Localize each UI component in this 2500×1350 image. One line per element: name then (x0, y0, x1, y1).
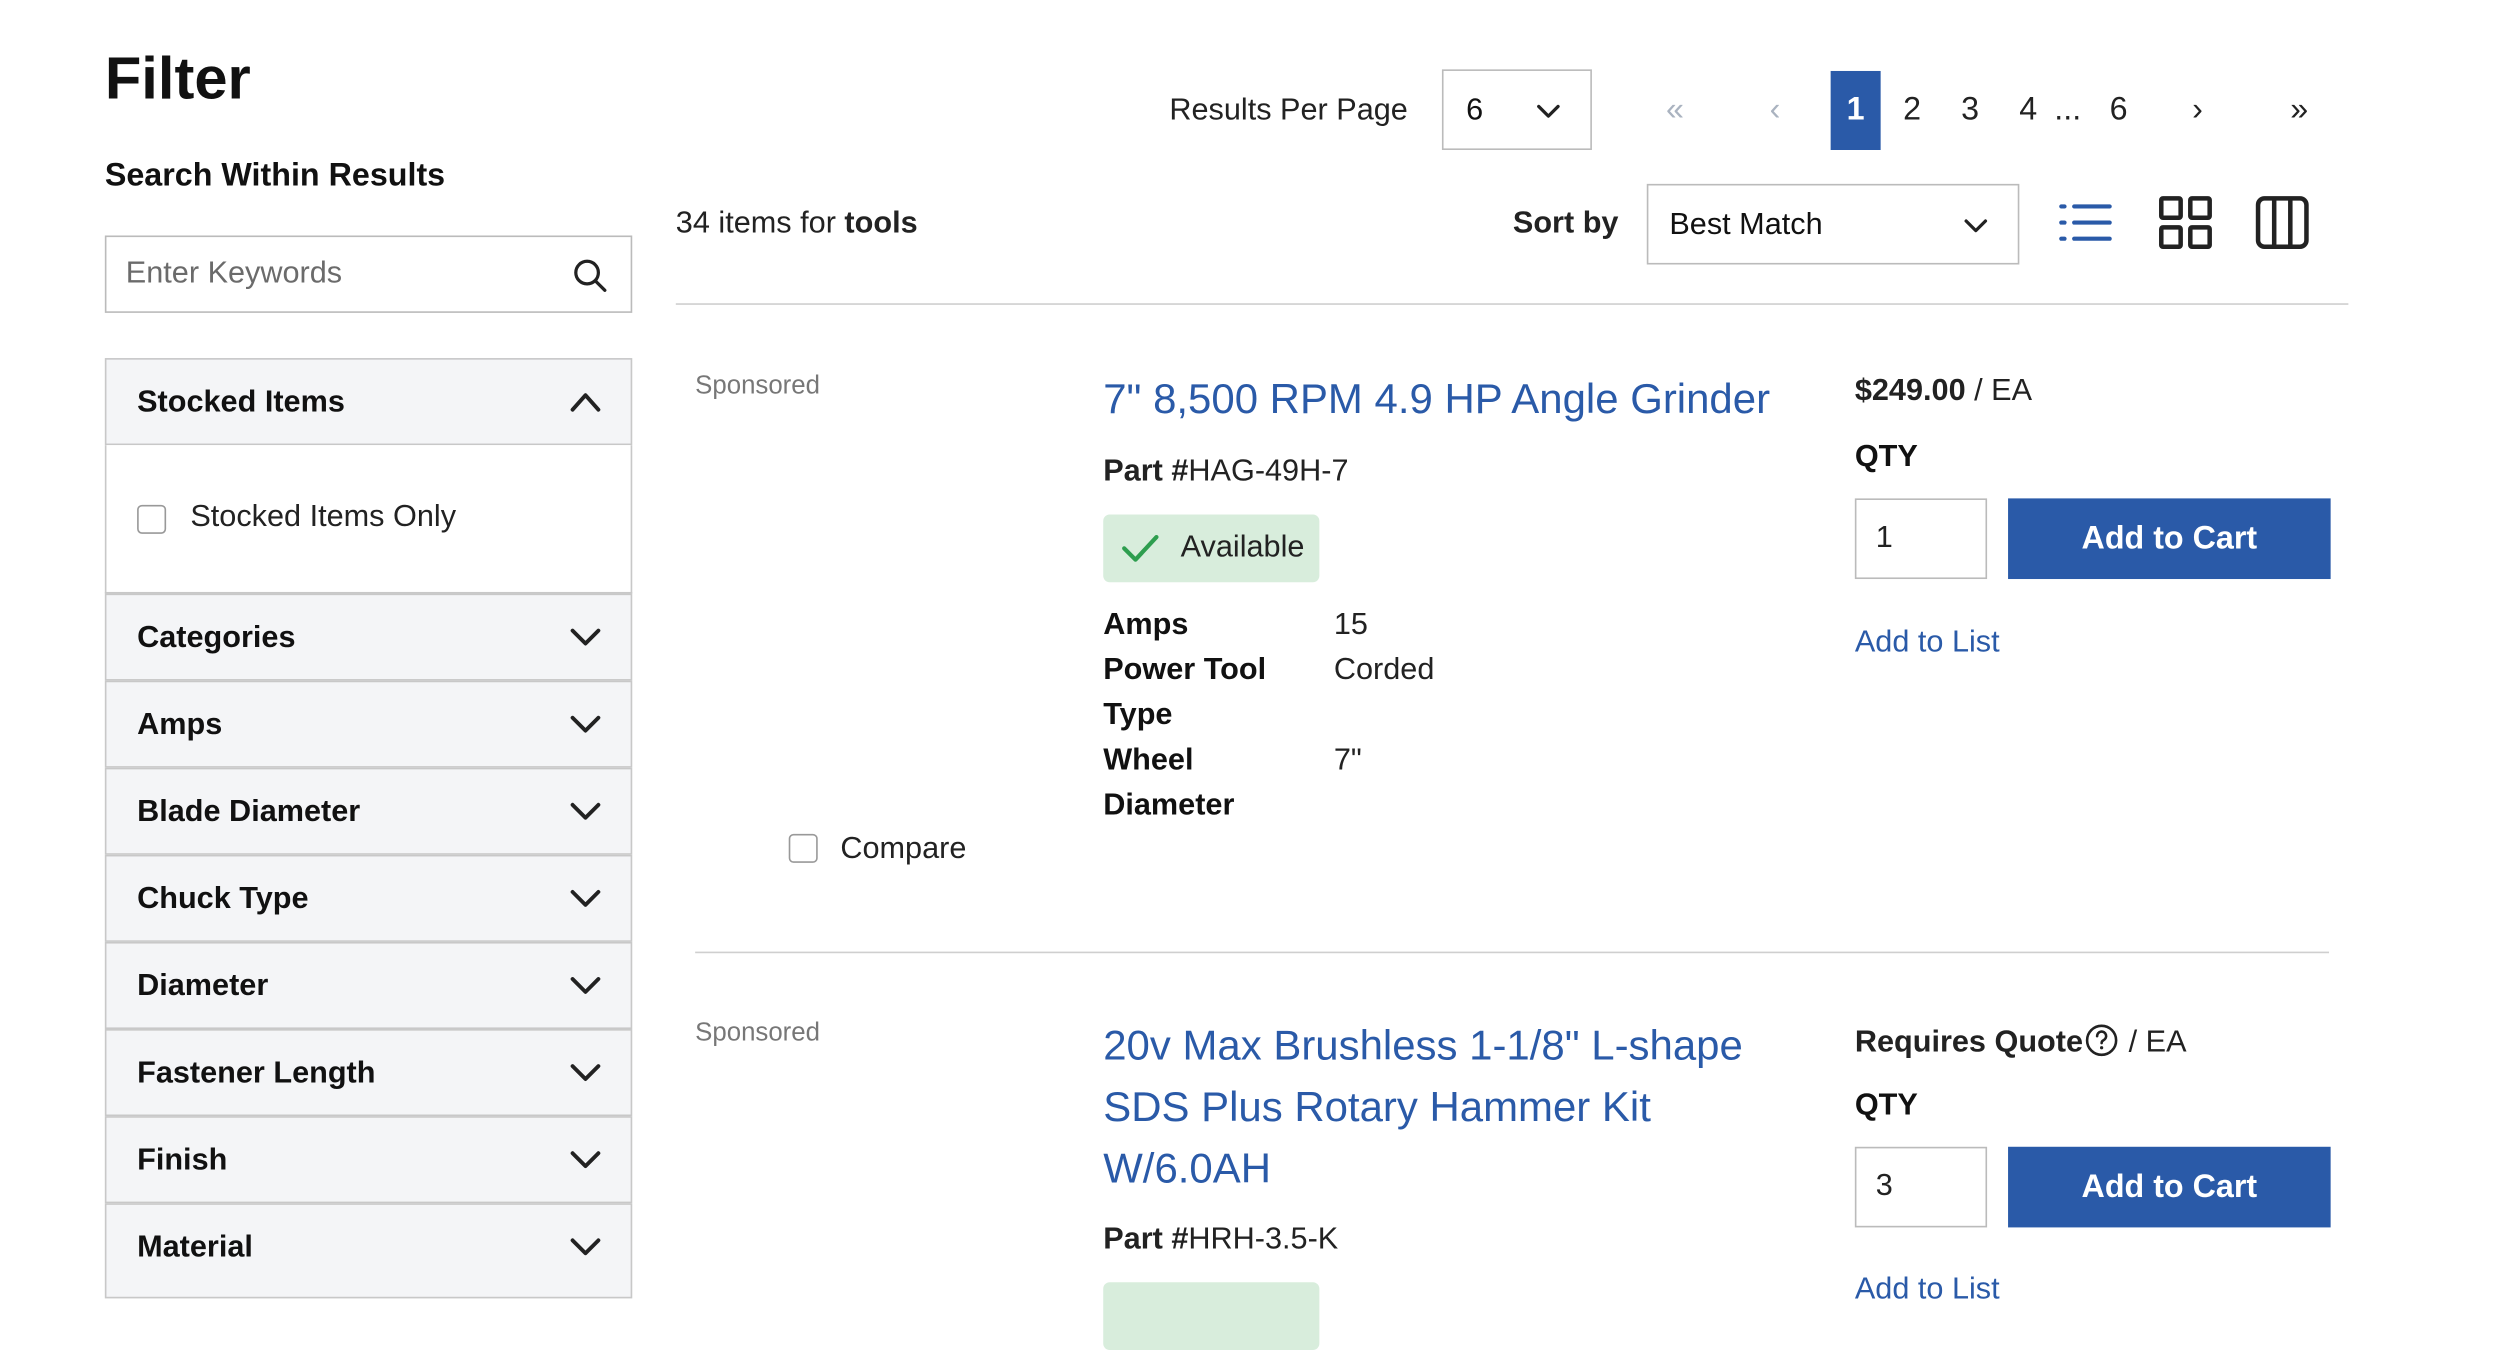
facet-label: Diameter (137, 969, 269, 1004)
availability-text: Available (1180, 530, 1305, 565)
pagination-ellipsis: ... (2054, 91, 2082, 128)
availability-badge: Available (1103, 514, 1320, 583)
price: Requires Quote / EA (1855, 1023, 2187, 1062)
results-per-page-value: 6 (1466, 93, 1484, 128)
results-per-page-select[interactable]: 6 (1441, 69, 1592, 150)
stocked-only-label[interactable]: Stocked Items Only (190, 500, 456, 535)
add-to-list-link[interactable]: Add to List (1855, 1273, 2000, 1308)
qty-input[interactable] (1854, 498, 1988, 580)
price-unit: / EA (1974, 374, 2033, 409)
facet-label: Blade Diameter (137, 795, 361, 830)
sponsored-label: Sponsored (695, 372, 820, 400)
compare-label[interactable]: Compare (840, 832, 966, 867)
add-to-cart-button[interactable]: Add to Cart (2008, 1146, 2331, 1228)
results-count-prefix: 34 items for (675, 206, 836, 241)
facet-label: Material (137, 1230, 253, 1265)
facet-label: Finish (137, 1143, 228, 1178)
list-view-icon[interactable] (2056, 194, 2114, 252)
product-divider (695, 951, 2330, 954)
facet-stocked-panel: Stocked Items Only (104, 445, 633, 594)
chevron-down-icon (570, 977, 601, 994)
add-to-list-link[interactable]: Add to List (1855, 626, 2000, 661)
facet-label: Amps (137, 708, 223, 742)
facet-blade-diameter[interactable]: Blade Diameter (104, 767, 633, 855)
chevron-down-icon (1537, 104, 1560, 118)
pagination-prev-button[interactable]: ‹ (1750, 71, 1800, 150)
chevron-down-icon (570, 1238, 601, 1256)
product-title-link[interactable]: 7" 8,500 RPM 4.9 HP Angle Grinder (1103, 368, 1813, 429)
sort-label: Sort by (1512, 206, 1619, 241)
part-label: Part # (1103, 454, 1189, 489)
grid-view-icon[interactable] (2156, 194, 2214, 252)
sponsored-label: Sponsored (695, 1019, 820, 1047)
sort-select[interactable]: Best Match (1646, 183, 2020, 265)
stocked-only-checkbox[interactable] (137, 504, 167, 534)
price: $249.00 / EA (1855, 374, 2032, 409)
product-title-link[interactable]: 20v Max Brushless 1-1/8" L-shape SDS Plu… (1103, 1015, 1780, 1199)
facet-categories[interactable]: Categories (104, 593, 633, 681)
spec-value: 15 (1333, 608, 1368, 642)
part-value: HRH-3.5-K (1188, 1222, 1339, 1257)
part-value: HAG-49H-7 (1188, 454, 1349, 489)
search-icon[interactable] (573, 258, 608, 293)
pagination-page-4[interactable]: 4 (2003, 71, 2053, 150)
part-number: Part #HAG-49H-7 (1103, 455, 1348, 490)
spec-key: Wheel Diameter (1103, 743, 1235, 823)
chevron-down-icon (570, 889, 601, 907)
price-value: Requires Quote (1854, 1025, 2084, 1060)
chevron-down-icon (570, 1064, 601, 1081)
facet-chuck-type[interactable]: Chuck Type (104, 854, 633, 942)
facet-label: Fastener Length (137, 1056, 376, 1091)
chevron-down-icon (570, 802, 601, 820)
part-label: Part # (1103, 1222, 1189, 1257)
compare-checkbox[interactable] (788, 833, 818, 863)
pagination-page-1[interactable]: 1 (1830, 70, 1881, 150)
pagination-page-6[interactable]: 6 (2094, 71, 2144, 150)
search-within-label: Search Within Results (104, 158, 446, 194)
pagination-first-button[interactable]: « (1650, 71, 1700, 150)
spec-key: Power Tool Type (1103, 653, 1267, 733)
pagination-next-button[interactable]: › (2173, 71, 2223, 150)
qty-input[interactable] (1854, 1146, 1988, 1228)
spec-key: Amps (1103, 608, 1189, 642)
chevron-down-icon (570, 715, 601, 733)
chevron-down-icon (1964, 219, 1988, 233)
facet-diameter[interactable]: Diameter (104, 941, 633, 1030)
chevron-up-icon (570, 393, 601, 412)
search-within-input[interactable] (106, 237, 597, 312)
pagination-page-2[interactable]: 2 (1887, 71, 1937, 150)
facet-finish[interactable]: Finish (104, 1116, 633, 1204)
pagination-last-button[interactable]: » (2274, 71, 2324, 150)
page-canvas: Filter Search Within Results Stocked Ite… (0, 0, 2500, 1350)
facet-material[interactable]: Material (104, 1203, 633, 1299)
column-view-icon[interactable] (2253, 194, 2311, 252)
results-query: tools (844, 206, 918, 241)
spec-value: 7" (1333, 743, 1362, 778)
facet-label: Stocked Items (137, 385, 345, 420)
qty-label: QTY (1854, 440, 1918, 475)
chevron-down-icon (570, 1151, 601, 1169)
facet-fastener-length[interactable]: Fastener Length (104, 1029, 633, 1117)
help-icon[interactable] (2085, 1023, 2120, 1058)
price-value: $249.00 (1854, 374, 1966, 409)
results-per-page-label: Results Per Page (1169, 93, 1408, 128)
add-to-cart-button[interactable]: Add to Cart (2008, 498, 2331, 580)
facet-amps[interactable]: Amps (104, 680, 633, 768)
check-icon (1122, 534, 1159, 562)
header-divider (675, 303, 2349, 305)
facet-stocked-items[interactable]: Stocked Items (104, 358, 633, 446)
search-within-box (104, 235, 633, 313)
pagination-page-3[interactable]: 3 (1945, 71, 1995, 150)
spec-value: Corded (1333, 653, 1435, 688)
price-unit: / EA (2128, 1025, 2187, 1060)
facet-label: Categories (137, 620, 296, 655)
filter-title: Filter (104, 45, 251, 112)
qty-label: QTY (1854, 1088, 1918, 1123)
sort-value: Best Match (1669, 208, 1823, 242)
availability-badge-partial (1103, 1282, 1320, 1350)
results-count: 34 items for tools (676, 206, 918, 241)
part-number: Part #HRH-3.5-K (1103, 1223, 1338, 1258)
facet-label: Chuck Type (137, 882, 309, 917)
chevron-down-icon (570, 628, 601, 646)
